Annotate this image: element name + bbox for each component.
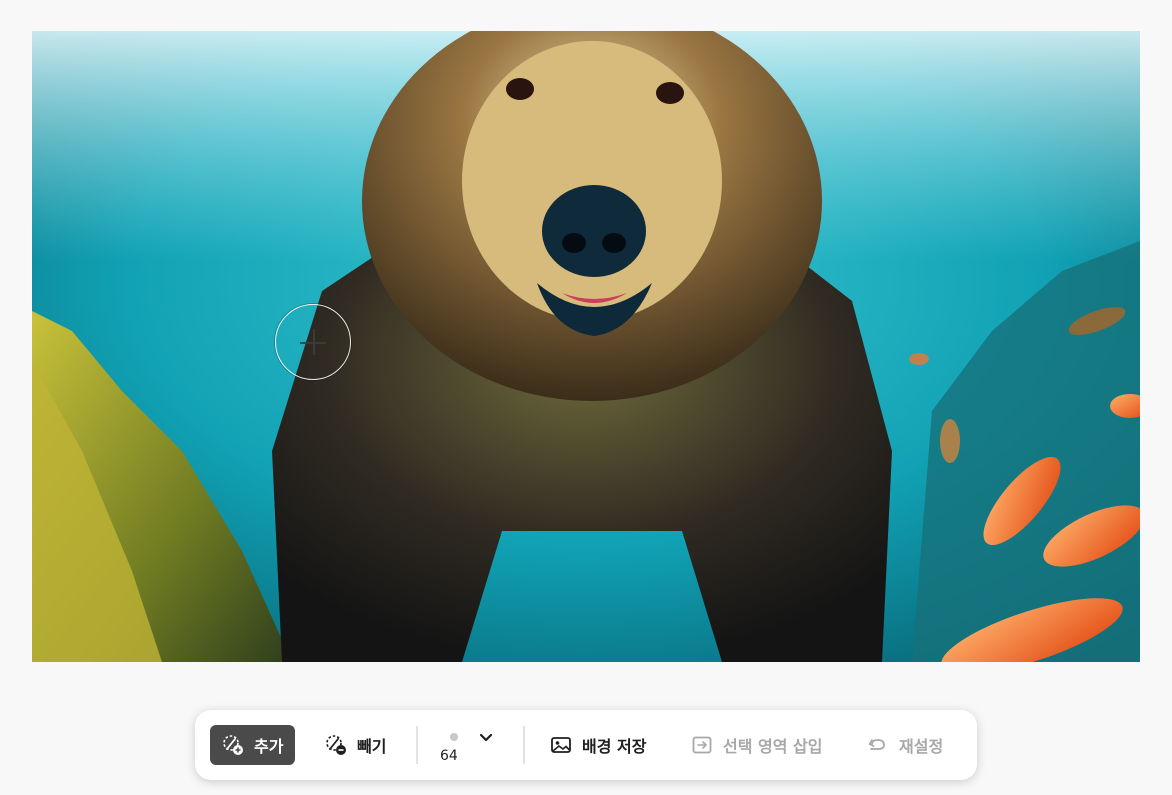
brush-size-dropdown[interactable]: 64 xyxy=(435,724,505,768)
selection-toolbar: 추가 빼기 64 배경 저장 선택 영역 삽입 재설정 xyxy=(195,710,977,780)
save-background-button[interactable]: 배경 저장 xyxy=(538,725,658,765)
brush-size-value: 64 xyxy=(440,748,458,764)
subtract-button[interactable]: 빼기 xyxy=(313,725,398,765)
brush-subtract-icon xyxy=(326,735,346,755)
insert-selection-label: 선택 영역 삽입 xyxy=(723,737,823,756)
toolbar-divider xyxy=(416,726,418,764)
subtract-label: 빼기 xyxy=(357,737,387,756)
brush-dot-icon xyxy=(450,733,458,741)
image-canvas[interactable] xyxy=(32,31,1140,662)
image-icon xyxy=(551,737,571,753)
insert-selection-icon xyxy=(692,736,712,754)
add-label: 추가 xyxy=(254,737,284,756)
toolbar-divider xyxy=(523,726,525,764)
reset-label: 재설정 xyxy=(899,737,944,756)
reset-button[interactable]: 재설정 xyxy=(855,725,955,765)
brush-add-icon xyxy=(223,735,243,755)
undo-icon xyxy=(868,739,885,750)
save-background-label: 배경 저장 xyxy=(582,737,647,756)
add-button[interactable]: 추가 xyxy=(210,725,296,765)
bear-image xyxy=(32,31,1140,662)
insert-selection-button[interactable]: 선택 영역 삽입 xyxy=(679,725,834,765)
chevron-down-icon xyxy=(479,733,493,742)
brush-cursor-icon xyxy=(275,304,351,380)
